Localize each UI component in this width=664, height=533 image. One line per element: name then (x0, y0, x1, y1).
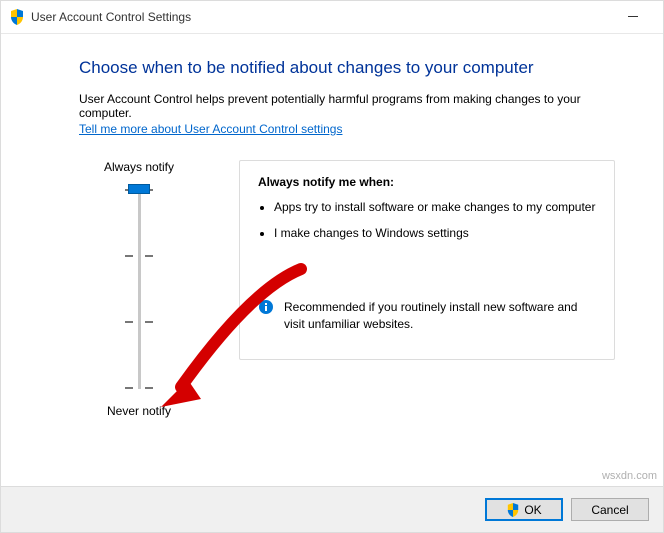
slider-column: Always notify Never notify (79, 160, 199, 418)
title-bar: User Account Control Settings (1, 1, 663, 34)
ok-button-label: OK (524, 503, 541, 517)
info-column: Always notify me when: Apps try to insta… (199, 160, 615, 360)
help-link[interactable]: Tell me more about User Account Control … (79, 122, 342, 136)
content-area: Choose when to be notified about changes… (1, 34, 663, 428)
uac-shield-icon (9, 9, 25, 25)
slider-label-bottom: Never notify (107, 404, 171, 418)
uac-shield-icon (506, 503, 520, 517)
slider-track (138, 189, 141, 389)
info-icon (258, 299, 274, 315)
page-subtext: User Account Control helps prevent poten… (79, 92, 615, 120)
body-area: Always notify Never notify Always notify… (79, 160, 615, 418)
info-title: Always notify me when: (258, 175, 596, 189)
notification-level-slider[interactable] (119, 184, 159, 394)
slider-label-top: Always notify (104, 160, 174, 174)
page-heading: Choose when to be notified about changes… (79, 58, 615, 78)
info-list: Apps try to install software or make cha… (274, 199, 596, 241)
info-bullet: I make changes to Windows settings (274, 225, 596, 241)
recommended-row: Recommended if you routinely install new… (258, 299, 596, 331)
slider-tick (125, 387, 153, 389)
info-panel: Always notify me when: Apps try to insta… (239, 160, 615, 360)
slider-thumb[interactable] (128, 184, 150, 194)
minimize-button[interactable] (611, 7, 655, 27)
recommended-text: Recommended if you routinely install new… (284, 299, 596, 331)
footer-bar: OK Cancel (1, 486, 663, 532)
slider-tick (125, 255, 153, 257)
info-bullet: Apps try to install software or make cha… (274, 199, 596, 215)
cancel-button[interactable]: Cancel (571, 498, 649, 521)
slider-tick (125, 321, 153, 323)
window-title: User Account Control Settings (31, 10, 191, 24)
cancel-button-label: Cancel (591, 503, 628, 517)
watermark: wsxdn.com (602, 470, 657, 482)
ok-button[interactable]: OK (485, 498, 563, 521)
